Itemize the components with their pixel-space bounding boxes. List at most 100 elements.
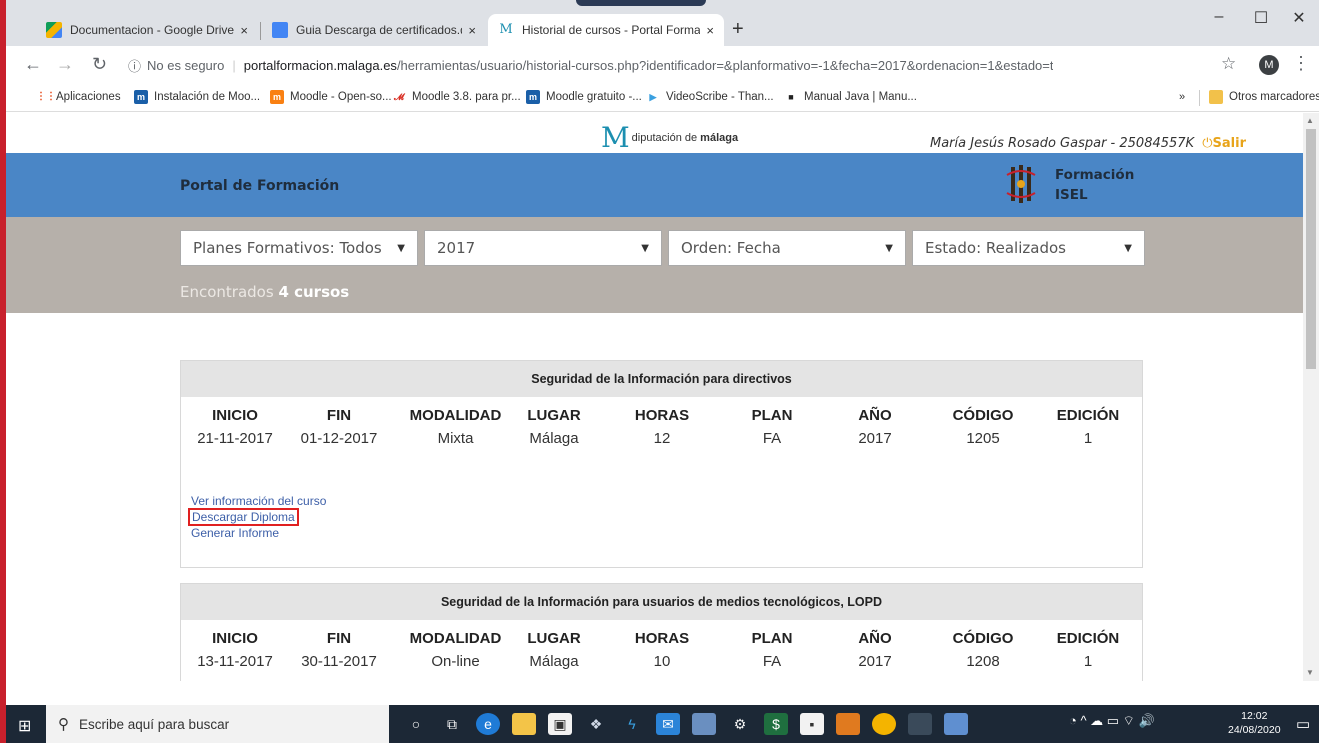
diputacion-m-icon: M [498, 22, 514, 38]
course-hours: 10 [653, 653, 671, 670]
course-place: Málaga [529, 430, 579, 447]
bookmark-manual-java[interactable]: ■ Manual Java | Manu... [784, 90, 917, 104]
col-header: LUGAR [527, 407, 581, 424]
page-scrollbar[interactable]: ▲ ▼ [1303, 113, 1319, 681]
col-header: EDICIÓN [1056, 630, 1120, 647]
mail-icon[interactable]: ✉ [656, 713, 680, 735]
course-details: INICIO 21-11-2017 FIN 01-12-2017 MODALIDAD… [181, 397, 1142, 461]
notification-icon[interactable]: ▭ [1296, 715, 1310, 733]
download-diploma-link[interactable]: Descargar Diploma [188, 508, 299, 526]
tab-google-drive[interactable]: Documentacion - Google Drive × [36, 14, 258, 46]
money-icon[interactable]: $ [764, 713, 788, 735]
course-start: 21-11-2017 [197, 430, 273, 447]
bookmark-instalacion-moodle[interactable]: m Instalación de Moo... [134, 90, 260, 104]
course-edition: 1 [1083, 430, 1093, 447]
new-tab-button[interactable]: + [732, 18, 744, 41]
close-icon[interactable]: × [234, 23, 248, 38]
col-header: PLAN [751, 630, 793, 647]
maximize-button[interactable]: ☐ [1241, 8, 1281, 28]
close-window-button[interactable]: ✕ [1279, 8, 1319, 28]
power-icon[interactable]: ⏻ [1202, 136, 1212, 151]
url-path: /herramientas/usuario/historial-cursos.p… [396, 57, 1054, 73]
tab-title: Guia Descarga de certificados.do [296, 23, 463, 37]
col-header: AÑO [858, 630, 892, 647]
app-icon[interactable] [908, 713, 932, 735]
course-info-link[interactable]: Ver información del curso [191, 494, 326, 508]
bookmark-other[interactable]: Otros marcadores [1209, 90, 1319, 104]
chevron-down-icon: ▼ [641, 242, 649, 254]
year-select[interactable]: 2017 ▼ [424, 230, 662, 266]
app-icon[interactable] [836, 713, 860, 735]
search-placeholder: Escribe aquí para buscar [79, 716, 230, 732]
user-info: María Jesús Rosado Gaspar - 25084557K ⏻S… [930, 136, 1246, 151]
filter-bar: Planes Formativos: Todos ▼ 2017 ▼ Orden:… [6, 217, 1303, 313]
course-plan: FA [762, 653, 782, 670]
generate-report-link[interactable]: Generar Informe [191, 526, 326, 540]
back-button[interactable]: ← [24, 54, 42, 75]
tab-guia-descarga[interactable]: Guia Descarga de certificados.do × [262, 14, 486, 46]
app-icon[interactable] [944, 713, 968, 735]
col-header: MODALIDAD [409, 630, 502, 647]
close-icon[interactable]: × [700, 23, 714, 38]
course-hours: 12 [653, 430, 671, 447]
store-icon[interactable]: ▣ [548, 713, 572, 735]
chrome-icon[interactable] [872, 713, 896, 735]
more-bookmarks-button[interactable]: » [1179, 91, 1185, 103]
task-view-icon[interactable]: ⧉ [440, 713, 464, 735]
tab-bar: Documentacion - Google Drive × Guia Desc… [6, 0, 1319, 46]
course-year: 2017 [858, 653, 892, 670]
minimize-button[interactable]: – [1199, 8, 1239, 26]
reload-button[interactable]: ↻ [92, 54, 107, 75]
scroll-up-icon[interactable]: ▲ [1306, 116, 1314, 125]
app-icon[interactable]: ▪ [800, 713, 824, 735]
plan-select[interactable]: Planes Formativos: Todos ▼ [180, 230, 418, 266]
browser-toolbar: ← → ↻ ⓘ No es seguro | portalformacion.m… [6, 46, 1319, 84]
scroll-thumb[interactable] [1306, 129, 1316, 369]
logout-link[interactable]: Salir [1213, 136, 1246, 151]
order-select[interactable]: Orden: Fecha ▼ [668, 230, 906, 266]
course-mode: Mixta [437, 430, 474, 447]
file-explorer-icon[interactable] [512, 713, 536, 735]
bookmark-label: Otros marcadores [1229, 91, 1319, 103]
lightning-icon[interactable]: ϟ [620, 713, 644, 735]
bookmark-moodle-open-source[interactable]: m Moodle - Open-so... [270, 90, 392, 104]
cortana-icon[interactable]: ○ [404, 713, 428, 735]
book-icon: ■ [784, 90, 798, 104]
profile-avatar[interactable]: M [1259, 55, 1279, 75]
bookmark-label: Moodle - Open-so... [290, 91, 392, 103]
tab-strip-indicator [576, 0, 706, 6]
address-bar[interactable]: ⓘ No es seguro | portalformacion.malaga.… [128, 52, 1208, 78]
course-year: 2017 [858, 430, 892, 447]
forward-button[interactable]: → [56, 54, 74, 75]
bookmark-label: Aplicaciones [56, 91, 121, 103]
tab-historial-cursos[interactable]: M Historial de cursos - Portal Forma × [488, 14, 724, 46]
portal-header: Portal de Formación Formación ISEL [6, 153, 1303, 217]
bookmark-moodle-38[interactable]: 𝓜 Moodle 3.8. para pr... [392, 90, 521, 104]
course-card: Seguridad de la Información para directi… [180, 360, 1143, 568]
close-icon[interactable]: × [462, 23, 476, 38]
taskbar-search[interactable]: ⚲ Escribe aquí para buscar [46, 705, 389, 743]
bookmark-videoscribe[interactable]: ▶ VideoScribe - Than... [646, 90, 774, 104]
dropbox-icon[interactable]: ❖ [584, 713, 608, 735]
system-tray[interactable]: ◔ ^ ☁ ▭ ⌔ 🔊 [1069, 713, 1155, 729]
bookmark-star-icon[interactable]: ☆ [1221, 54, 1236, 74]
bookmark-moodle-gratuito[interactable]: m Moodle gratuito -... [526, 90, 642, 104]
col-header: HORAS [634, 407, 690, 424]
page-bottom [6, 681, 1319, 705]
diputacion-logo[interactable]: M diputación de málaga [601, 124, 738, 152]
state-select[interactable]: Estado: Realizados ▼ [912, 230, 1145, 266]
course-plan: FA [762, 430, 782, 447]
bookmark-apps[interactable]: ⋮⋮ Aplicaciones [36, 90, 121, 104]
windows-taskbar: ⊞ ⚲ Escribe aquí para buscar ○ ⧉ e ▣ ❖ ϟ… [6, 705, 1319, 743]
settings-icon[interactable]: ⚙ [728, 713, 752, 735]
menu-icon[interactable]: ⋮ [1292, 53, 1310, 74]
info-icon[interactable]: ⓘ [128, 56, 141, 75]
clock[interactable]: 12:02 24/08/2020 [1228, 709, 1281, 737]
edge-icon[interactable]: e [476, 713, 500, 735]
portal-title[interactable]: Portal de Formación [180, 178, 339, 194]
photos-icon[interactable] [692, 713, 716, 735]
site-top-bar: M diputación de málaga María Jesús Rosad… [6, 113, 1303, 153]
course-code: 1205 [966, 430, 1000, 447]
windows-start-icon[interactable]: ⊞ [18, 716, 31, 736]
scroll-down-icon[interactable]: ▼ [1306, 668, 1314, 677]
